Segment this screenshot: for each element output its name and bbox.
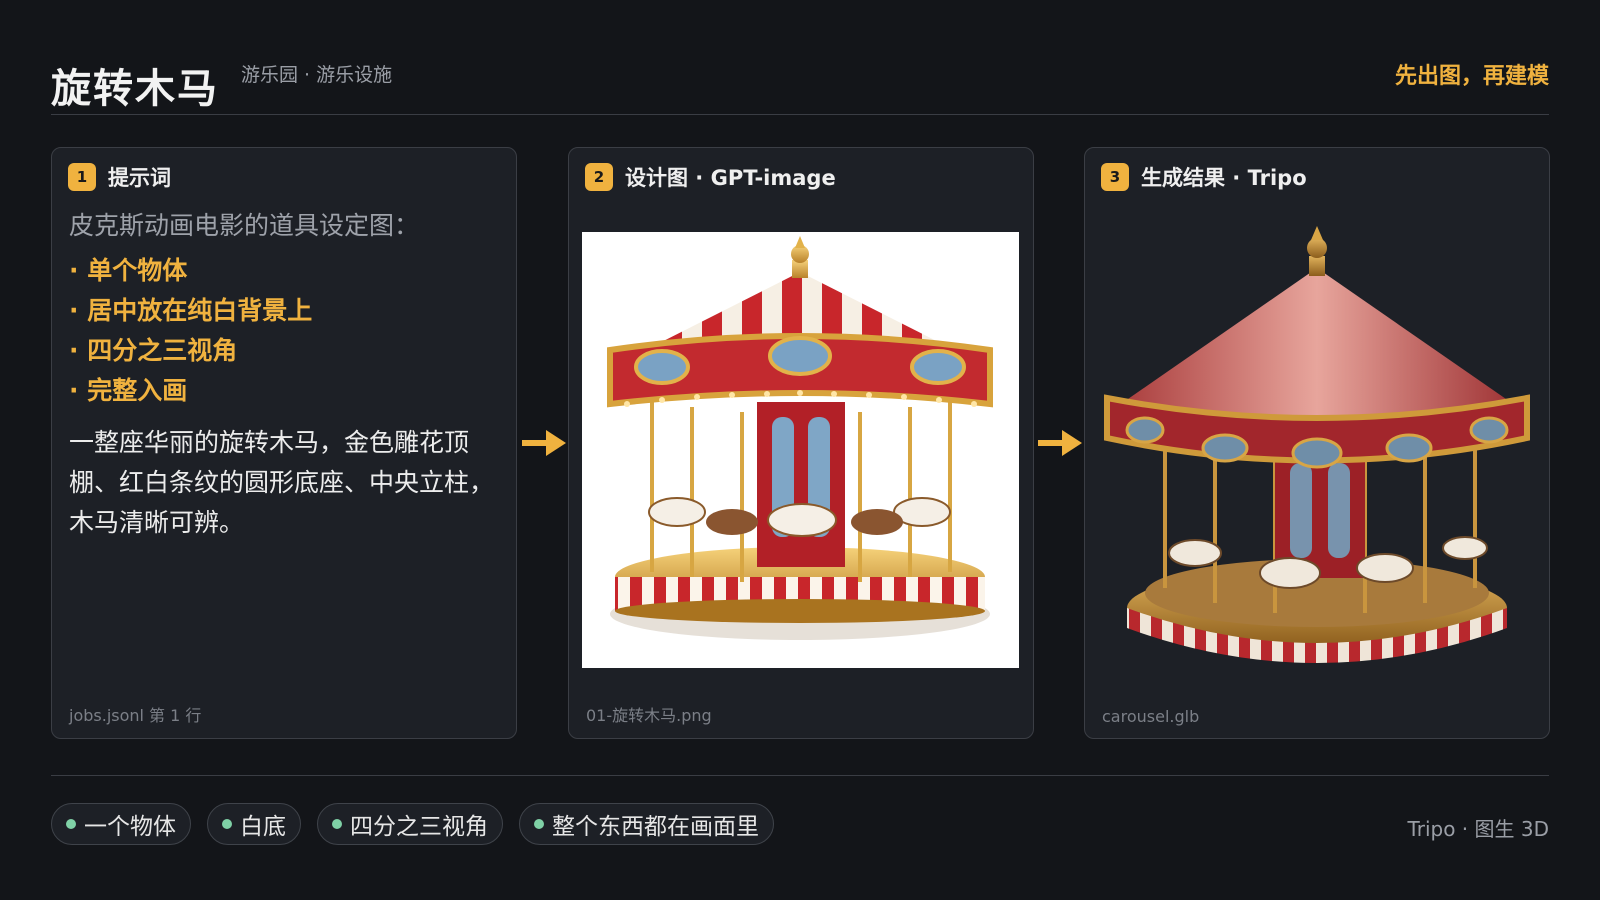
requirement-item: 居中放在纯白背景上 (69, 291, 312, 331)
chip-label: 白底 (240, 814, 286, 840)
card-title: 设计图 · GPT-image (625, 166, 836, 190)
status-dot-icon (332, 819, 342, 829)
carousel-3d-render (1104, 226, 1530, 663)
card-file-caption: carousel.glb (1102, 707, 1200, 726)
chip-label: 四分之三视角 (350, 814, 488, 840)
card-file-caption: 01-旋转木马.png (586, 706, 712, 725)
design-card-header: 2 设计图 · GPT-image (585, 162, 836, 192)
chip-full-frame[interactable]: 整个东西都在画面里 (519, 803, 774, 845)
step-number-badge: 3 (1101, 163, 1129, 191)
design-image[interactable] (582, 232, 1019, 668)
carousel-illustration (607, 236, 993, 640)
status-dot-icon (66, 819, 76, 829)
status-dot-icon (222, 819, 232, 829)
card-title: 提示词 (108, 166, 171, 190)
prompt-card-header: 1 提示词 (68, 162, 171, 192)
requirement-item: 完整入画 (69, 371, 312, 411)
requirement-item: 四分之三视角 (69, 331, 312, 371)
chip-label: 一个物体 (84, 814, 176, 840)
render-result-card: 3 生成结果 · Tripo carousel.glb (1084, 147, 1550, 739)
arrow-right-icon (1038, 430, 1082, 456)
3d-model-preview[interactable] (1085, 208, 1549, 678)
page-header: 旋转木马 游乐园 · 游乐设施 先出图，再建模 (51, 52, 1549, 114)
design-image-card: 2 设计图 · GPT-image 01-旋转木马.png (568, 147, 1034, 739)
chip-label: 整个东西都在画面里 (552, 814, 759, 840)
chip-white-background[interactable]: 白底 (207, 803, 301, 845)
result-card-header: 3 生成结果 · Tripo (1101, 162, 1307, 192)
prompt-requirements: 单个物体 居中放在纯白背景上 四分之三视角 完整入画 (69, 251, 312, 411)
header-divider (51, 114, 1549, 115)
requirement-chips: 一个物体 白底 四分之三视角 整个东西都在画面里 (51, 803, 790, 845)
prompt-intro: 皮克斯动画电影的道具设定图： (69, 211, 420, 240)
prompt-description: 一整座华丽的旋转木马，金色雕花顶棚、红白条纹的圆形底座、中央立柱，木马清晰可辨。 (69, 428, 495, 537)
page-title: 旋转木马 (51, 66, 219, 112)
prompt-card: 1 提示词 皮克斯动画电影的道具设定图： 单个物体 居中放在纯白背景上 四分之三… (51, 147, 517, 739)
chip-three-quarter-view[interactable]: 四分之三视角 (317, 803, 503, 845)
step-number-badge: 1 (68, 163, 96, 191)
status-dot-icon (534, 819, 544, 829)
requirement-item: 单个物体 (69, 251, 312, 291)
card-source-caption: jobs.jsonl 第 1 行 (69, 706, 202, 725)
chip-single-object[interactable]: 一个物体 (51, 803, 191, 845)
step-number-badge: 2 (585, 163, 613, 191)
arrow-right-icon (522, 430, 566, 456)
footer-brand: Tripo · 图生 3D (1407, 817, 1549, 841)
page-subtitle: 游乐园 · 游乐设施 (241, 64, 393, 86)
card-title: 生成结果 · Tripo (1141, 166, 1307, 190)
page-tagline: 先出图，再建模 (1394, 64, 1549, 89)
footer-divider (51, 775, 1549, 776)
